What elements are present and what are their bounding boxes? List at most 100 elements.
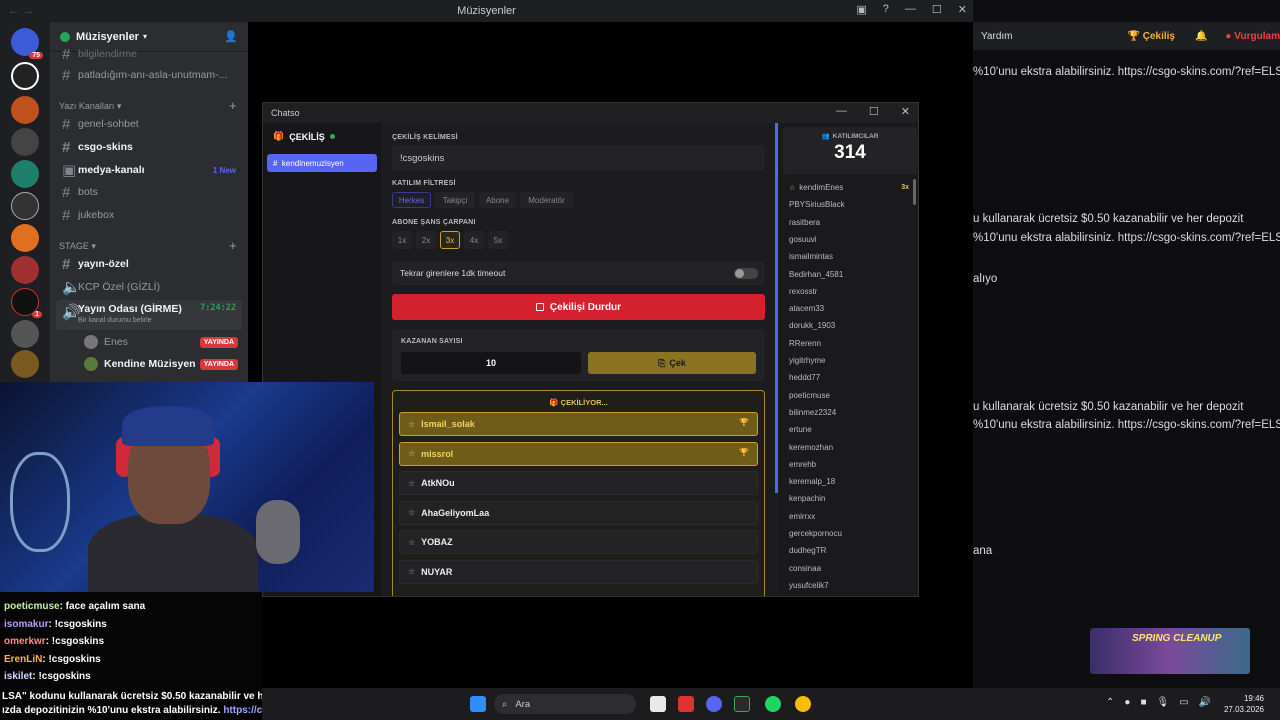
channel-patladigim[interactable]: # patladığım-anı-asla-unutmam-... (56, 65, 242, 85)
server-icon[interactable] (11, 224, 39, 252)
help-link[interactable]: Yardım (981, 31, 1013, 42)
server-icon[interactable] (11, 350, 39, 378)
stop-giveaway-button[interactable]: Çekilişi Durdur (392, 294, 765, 320)
channel-yayin-ozel[interactable]: # yayın-özel (56, 254, 242, 274)
webcam-feed (0, 382, 374, 592)
close-icon[interactable]: ✕ (901, 105, 910, 118)
app-tray-icon[interactable]: ■ (1140, 697, 1146, 708)
add-channel-icon[interactable]: + (229, 98, 237, 113)
server-icon[interactable] (11, 96, 39, 124)
timeout-toggle[interactable] (734, 268, 758, 279)
channel-jukebox[interactable]: # jukebox (56, 205, 242, 225)
minimize-icon[interactable]: — (836, 105, 847, 118)
keyword-label: ÇEKİLİŞ KELİMESİ (392, 134, 458, 141)
multiplier-4x[interactable]: 4x (464, 231, 484, 249)
add-member-icon[interactable]: 👤 (224, 30, 238, 43)
csgo-skins-server-icon[interactable] (11, 128, 39, 156)
microphone-icon[interactable]: 🎙 (1156, 697, 1169, 708)
server-icon[interactable]: 75 (11, 28, 43, 59)
channel-csgo-skins[interactable]: # csgo-skins (56, 137, 242, 157)
participant-name: kendimEnes (799, 183, 844, 192)
discord-window-title: Müzisyenler (457, 5, 516, 17)
server-icon[interactable] (11, 160, 39, 188)
app-tray-icon[interactable]: ● (1124, 697, 1130, 708)
multiplier-3x[interactable]: 3x (440, 231, 460, 249)
add-channel-icon[interactable]: + (229, 238, 237, 253)
voice-connected-icon: 🔊 (62, 304, 81, 321)
participant-item: ismailmintas (789, 252, 909, 261)
chat-username: ErenLiN (4, 653, 43, 665)
maximize-icon[interactable]: ☐ (869, 105, 879, 118)
multiplier-2x[interactable]: 2x (416, 231, 436, 249)
taskbar-search[interactable]: ⌕ Ara (494, 694, 636, 714)
close-icon[interactable]: ✕ (958, 3, 967, 16)
task-view-icon[interactable] (650, 696, 666, 712)
filter-option-subscriber[interactable]: Abone (479, 192, 516, 208)
winner-count-input[interactable]: 10 (401, 352, 581, 374)
filter-option-follower[interactable]: Takipçi (435, 192, 475, 208)
chevron-up-icon[interactable]: ⌃ (1106, 697, 1114, 708)
server-icon[interactable] (11, 320, 39, 348)
voice-member-kendine[interactable]: Kendine Müzisyen YAYINDA (78, 354, 242, 374)
channel-partial[interactable]: # bilgilendirme (56, 44, 242, 64)
chatso-icon[interactable] (734, 696, 750, 712)
spotify-icon[interactable] (765, 696, 781, 712)
category-stage[interactable]: STAGE ▾ + (59, 238, 237, 253)
participant-name: poeticmuse (789, 390, 830, 400)
microphone-shape (256, 500, 300, 564)
multiplier-1x[interactable]: 1x (392, 231, 412, 249)
server-icon[interactable] (11, 256, 39, 284)
discord-icon[interactable] (706, 696, 722, 712)
channel-kcp-ozel[interactable]: 🔈 KCP Özel (GİZLİ) (56, 277, 242, 297)
scrollbar[interactable] (775, 123, 778, 493)
emphasis-link[interactable]: ● Vurgulam (1225, 31, 1280, 42)
multiplier-5x[interactable]: 5x (488, 231, 508, 249)
draw-icon: ⎘ (658, 357, 666, 368)
verified-icon (60, 31, 70, 42)
star-icon: ☆ (408, 567, 416, 576)
help-icon[interactable]: ? (883, 3, 889, 16)
network-icon[interactable]: ▭ (1179, 697, 1188, 708)
winner-entry: ☆ Ismail_solak 🏆 (399, 412, 758, 436)
channel-yayin-odasi[interactable]: 🔊 Yayın Odası (GİRME) 7:24:22 Bir kanal … (56, 300, 242, 330)
taskbar-clock[interactable]: 19:46 27.03.2026 (1224, 693, 1264, 715)
participant-name: ismailmintas (789, 252, 834, 262)
filter-option-moderator[interactable]: Moderatör (520, 192, 573, 208)
inbox-icon[interactable]: ▣ (856, 3, 866, 16)
channel-status-placeholder[interactable]: Bir kanal durumu belirle (78, 317, 152, 324)
keyword-input[interactable]: !csgoskins (392, 145, 765, 171)
server-icon[interactable] (11, 192, 39, 220)
channel-medya-kanali[interactable]: ▣ medya-kanalı 1 New (56, 160, 242, 180)
stop-label: Çekilişi Durdur (549, 301, 622, 313)
minimize-icon[interactable]: — (905, 3, 916, 16)
participant-name: dudhegTR (789, 546, 827, 556)
participants-scrollbar[interactable] (913, 179, 916, 205)
participants-label: KATILIMCILAR (832, 132, 879, 140)
nav-channel-item[interactable]: # kendinemuzisyen (267, 154, 377, 172)
giveaway-link[interactable]: 🏆 Çekiliş (1127, 31, 1174, 42)
chevron-down-icon: ▾ (142, 32, 147, 41)
vivaldi-icon[interactable] (678, 696, 694, 712)
windows-start-icon[interactable] (470, 696, 486, 712)
channel-genel-sohbet[interactable]: # genel-sohbet (56, 114, 242, 134)
chrome-icon[interactable] (795, 696, 811, 712)
promo-link[interactable]: https://csgo- (223, 705, 262, 716)
taskbar: ⌕ Ara ⌃ ● ■ 🎙 ▭ 🔊 19:46 27.03.2026 (262, 688, 1280, 720)
voice-member-enes[interactable]: Enes YAYINDA (78, 332, 242, 352)
category-text-channels[interactable]: Yazı Kanalları ▾ + (59, 98, 237, 113)
maximize-icon[interactable]: ☐ (932, 3, 942, 16)
bell-icon[interactable]: 🔔 (1195, 31, 1207, 42)
draw-button[interactable]: ⎘ Çek (588, 352, 756, 374)
image-channel-icon: ▣ (62, 162, 77, 179)
participant-name: emirrxx (789, 511, 816, 521)
search-placeholder: Ara (515, 698, 531, 710)
volume-icon[interactable]: 🔊 (1199, 697, 1211, 708)
filter-option-everyone[interactable]: Herkes (392, 192, 431, 208)
server-icon[interactable]: 1 (11, 288, 42, 318)
drawing-panel: 🎁 ÇEKİLİYOR... ☆ Ismail_solak 🏆 ☆ missrol 🏆 ☆ A… (392, 390, 765, 596)
participant-item: dorukk_1903 (789, 321, 909, 330)
channel-bots[interactable]: # bots (56, 182, 242, 202)
nav-section-giveaway[interactable]: 🎁 ÇEKİLİŞ (273, 131, 335, 142)
participant-name: keremalp_18 (789, 477, 836, 487)
server-icon-active[interactable] (11, 62, 39, 90)
